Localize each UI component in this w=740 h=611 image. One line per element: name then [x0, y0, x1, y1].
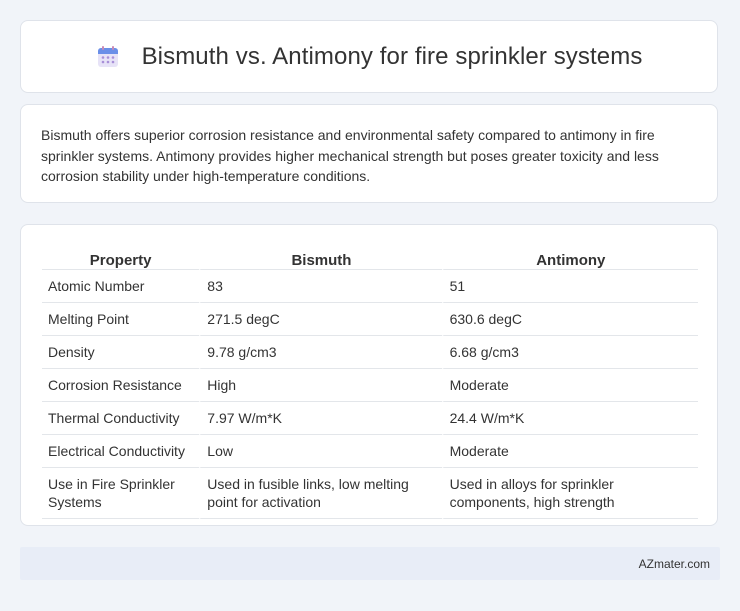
cell-property: Thermal Conductivity [42, 402, 200, 435]
cell-antimony: Moderate [441, 435, 698, 468]
table-row: Thermal Conductivity 7.97 W/m*K 24.4 W/m… [42, 402, 698, 435]
cell-bismuth: Low [199, 435, 442, 468]
cell-property: Corrosion Resistance [42, 369, 200, 402]
cell-antimony: Used in alloys for sprinkler components,… [441, 468, 698, 519]
cell-antimony: Moderate [441, 369, 698, 402]
table-header-row: Property Bismuth Antimony [42, 245, 698, 270]
cell-antimony: 6.68 g/cm3 [441, 336, 698, 369]
cell-property: Electrical Conductivity [42, 435, 200, 468]
page-title: Bismuth vs. Antimony for fire sprinkler … [141, 42, 643, 70]
footer-brand: AZmater.com [638, 556, 710, 571]
header-card: Bismuth vs. Antimony for fire sprinkler … [20, 20, 718, 93]
cell-antimony: 51 [441, 270, 698, 303]
comparison-table-card: Property Bismuth Antimony Atomic Number … [20, 224, 718, 526]
calendar-icon [96, 45, 120, 69]
table-row: Atomic Number 83 51 [42, 270, 698, 303]
cell-bismuth: 271.5 degC [199, 303, 442, 336]
cell-bismuth: 9.78 g/cm3 [199, 336, 442, 369]
cell-property: Use in Fire Sprinkler Systems [42, 468, 200, 519]
summary-card: Bismuth offers superior corrosion resist… [20, 104, 718, 203]
cell-property: Atomic Number [42, 270, 200, 303]
summary-text: Bismuth offers superior corrosion resist… [41, 127, 659, 184]
cell-bismuth: 83 [199, 270, 442, 303]
comparison-table: Property Bismuth Antimony Atomic Number … [42, 245, 698, 519]
cell-bismuth: 7.97 W/m*K [199, 402, 442, 435]
header-property: Property [42, 245, 200, 270]
footer-bar: AZmater.com [20, 547, 720, 580]
cell-bismuth: Used in fusible links, low melting point… [199, 468, 442, 519]
table-row: Melting Point 271.5 degC 630.6 degC [42, 303, 698, 336]
table-row: Electrical Conductivity Low Moderate [42, 435, 698, 468]
cell-property: Density [42, 336, 200, 369]
table-row: Density 9.78 g/cm3 6.68 g/cm3 [42, 336, 698, 369]
header-antimony: Antimony [441, 245, 698, 270]
header-bismuth: Bismuth [199, 245, 442, 270]
table-row: Corrosion Resistance High Moderate [42, 369, 698, 402]
cell-property: Melting Point [42, 303, 200, 336]
cell-antimony: 630.6 degC [441, 303, 698, 336]
cell-bismuth: High [199, 369, 442, 402]
cell-antimony: 24.4 W/m*K [441, 402, 698, 435]
table-row: Use in Fire Sprinkler Systems Used in fu… [42, 468, 698, 519]
